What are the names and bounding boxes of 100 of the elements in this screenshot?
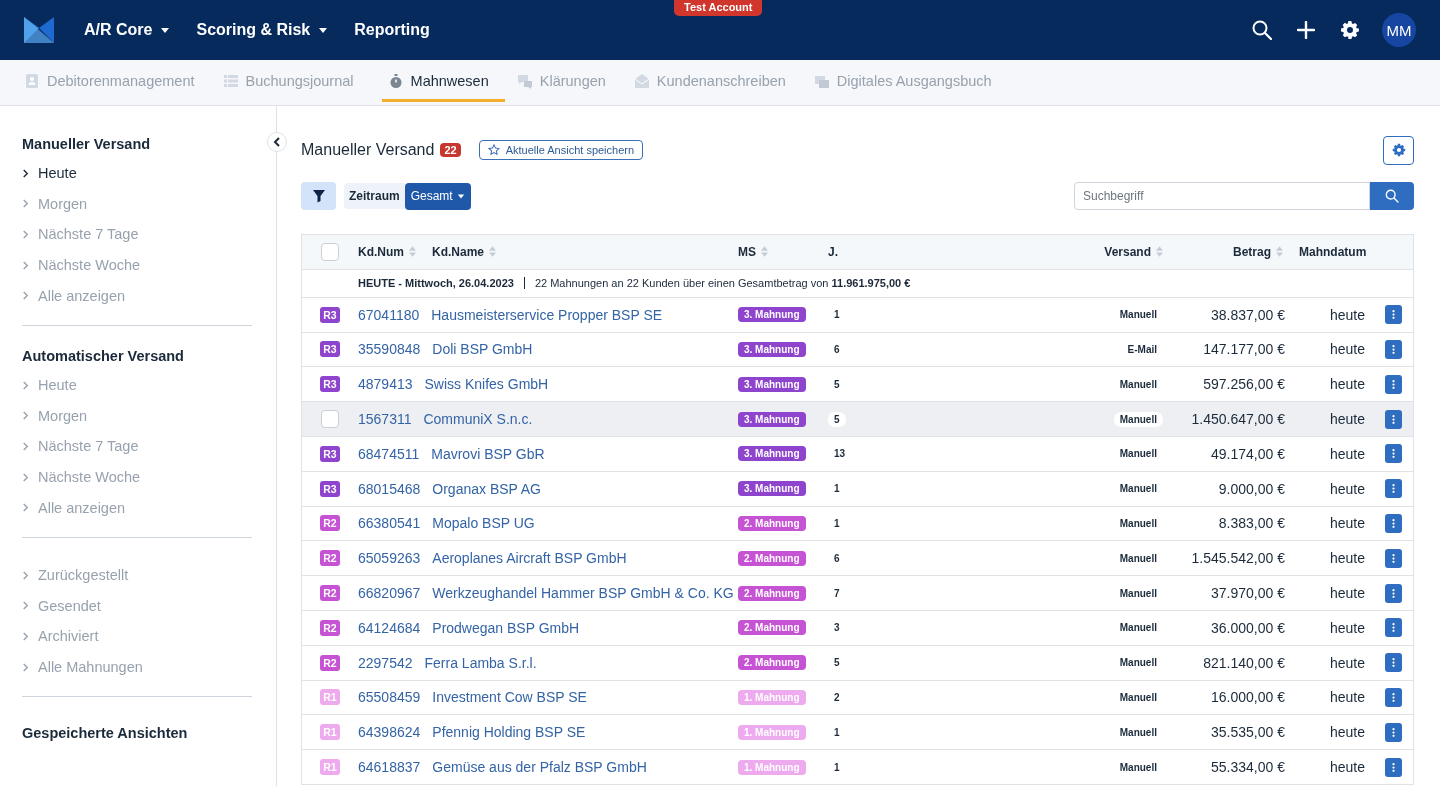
nav-menu[interactable]: Reporting (354, 21, 430, 39)
column-header[interactable]: Kd.Num (358, 244, 416, 259)
date-text: heute (1329, 480, 1365, 497)
date-text: heute (1329, 619, 1365, 636)
collapse-sidebar-button[interactable] (267, 132, 287, 152)
customer-name-link[interactable]: Pfennig Holding BSP SE (432, 724, 586, 741)
nav-menu[interactable]: Scoring & Risk (196, 21, 329, 39)
dunning-level-badge: 1. Mahnung (738, 759, 806, 775)
date-text: heute (1329, 341, 1365, 358)
row-actions-button[interactable] (1384, 305, 1402, 325)
customer-number-link[interactable]: 67041180 (358, 306, 420, 323)
kebab-icon (1391, 552, 1395, 564)
customer-name-link[interactable]: Swiss Knifes GmbH (424, 376, 549, 393)
row-actions-button[interactable] (1384, 653, 1402, 673)
dunning-level-badge: 2. Mahnung (738, 550, 806, 566)
period-dropdown[interactable]: Gesamt (404, 182, 471, 210)
customer-number-link[interactable]: 64124684 (358, 619, 421, 636)
filter-button[interactable] (301, 182, 336, 210)
row-actions-button[interactable] (1384, 340, 1402, 359)
date-text: heute (1329, 550, 1365, 567)
kebab-icon (1391, 761, 1395, 773)
customer-name-link[interactable]: Doli BSP GmbH (432, 341, 533, 358)
nav-menu[interactable]: A/R Core (84, 21, 171, 39)
customer-name-link[interactable]: Gemüse aus der Pfalz BSP GmbH (432, 759, 647, 776)
customer-number-link[interactable]: 68474511 (358, 445, 420, 462)
customer-name-link[interactable]: Werkzeughandel Hammer BSP GmbH & Co. KG (432, 585, 734, 602)
column-header[interactable]: MS (738, 244, 768, 259)
count-text: 1 (833, 516, 841, 531)
customer-number-link[interactable]: 66380541 (358, 515, 421, 532)
row-checkbox[interactable] (321, 410, 339, 429)
stage-badge: R1 (320, 689, 340, 706)
customer-number-link[interactable]: 65059263 (358, 550, 421, 567)
channel-text: Manuell (1118, 377, 1158, 392)
section-tab[interactable]: Mahnwesen (381, 60, 505, 102)
select-all-checkbox[interactable] (321, 242, 339, 261)
row-actions-button[interactable] (1384, 583, 1402, 603)
customer-number-link[interactable]: 2297542 (358, 654, 413, 671)
count-text: 1 (833, 308, 841, 323)
customer-name-link[interactable]: Organax BSP AG (432, 480, 541, 497)
stage-badge: R1 (320, 759, 340, 776)
count-text: 6 (833, 551, 841, 566)
dunning-level-badge: 1. Mahnung (738, 724, 806, 740)
column-header[interactable]: Betrag (1233, 244, 1283, 259)
row-actions-button[interactable] (1384, 757, 1402, 777)
customer-number-link[interactable]: 35590848 (358, 341, 421, 358)
customer-name-link[interactable]: CommuniX S.n.c. (423, 411, 533, 428)
kebab-icon (1391, 483, 1395, 495)
date-text: heute (1329, 724, 1365, 741)
row-actions-button[interactable] (1384, 479, 1402, 499)
customer-number-link[interactable]: 64398624 (358, 724, 421, 741)
sort-icon (489, 246, 496, 258)
customer-name-link[interactable]: Prodwegan BSP GmbH (432, 619, 580, 636)
customer-number-link[interactable]: 4879413 (358, 376, 413, 393)
dunning-level-badge: 3. Mahnung (738, 411, 806, 427)
page-title: Manueller Versand (301, 141, 435, 159)
kebab-icon (1391, 448, 1395, 460)
amount-text: 8.383,00 € (1218, 515, 1285, 532)
row-actions-button[interactable] (1384, 618, 1402, 638)
chevron-right-icon (22, 570, 29, 580)
row-actions-button[interactable] (1384, 374, 1402, 394)
amount-text: 38.837,00 € (1211, 306, 1285, 323)
dunning-level-badge: 3. Mahnung (738, 376, 806, 392)
count-text: 3 (833, 621, 841, 636)
channel-text: Manuell (1118, 308, 1158, 323)
customer-number-link[interactable]: 68015468 (358, 480, 421, 497)
count-text: 5 (833, 656, 841, 671)
row-actions-button[interactable] (1384, 722, 1402, 742)
chevron-right-icon (22, 260, 29, 270)
customer-name-link[interactable]: Mavrovi BSP GbR (431, 445, 545, 462)
kebab-icon (1391, 691, 1395, 703)
customer-name-link[interactable]: Ferra Lamba S.r.l. (424, 654, 537, 671)
row-actions-button[interactable] (1384, 687, 1402, 707)
count-text: 6 (833, 343, 841, 357)
column-header[interactable]: Kd.Name (432, 244, 496, 259)
customer-number-link[interactable]: 64618837 (358, 759, 421, 776)
filter-label: Zeitraum (344, 183, 405, 209)
count-text: 1 (833, 482, 841, 497)
customer-number-link[interactable]: 66820967 (358, 585, 421, 602)
row-actions-button[interactable] (1384, 409, 1402, 429)
sidebar-heading: Automatischer Versand (22, 347, 184, 364)
customer-name-link[interactable]: Mopalo BSP UG (432, 515, 535, 532)
group-summary: 22 Mahnungen an 22 Kunden über einen Gesamtbetrag von 11.961.975,00 € (534, 277, 911, 290)
column-header[interactable]: Versand (1104, 244, 1163, 259)
row-actions-button[interactable] (1384, 444, 1402, 464)
customer-name-link[interactable]: Investment Cow BSP SE (432, 689, 587, 706)
plus-icon (1297, 21, 1315, 39)
sidebar-item[interactable]: Heute (22, 158, 77, 189)
row-actions-button[interactable] (1384, 513, 1402, 533)
search-field[interactable]: Suchbegriff (1074, 182, 1370, 210)
user-avatar[interactable]: MM (1382, 13, 1416, 47)
count-text: 13 (833, 447, 847, 462)
save-view-button[interactable]: Aktuelle Ansicht speichern (478, 140, 644, 160)
customer-name-link[interactable]: Aeroplanes Aircraft BSP GmbH (432, 550, 627, 567)
chevron-right-icon (22, 601, 29, 611)
customer-number-link[interactable]: 65508459 (358, 689, 421, 706)
row-actions-button[interactable] (1384, 548, 1402, 568)
customer-name-link[interactable]: Hausmeisterservice Propper BSP SE (431, 306, 663, 323)
filter-icon (311, 189, 326, 203)
customer-number-link[interactable]: 1567311 (358, 411, 412, 428)
count-text: 5 (833, 377, 841, 392)
